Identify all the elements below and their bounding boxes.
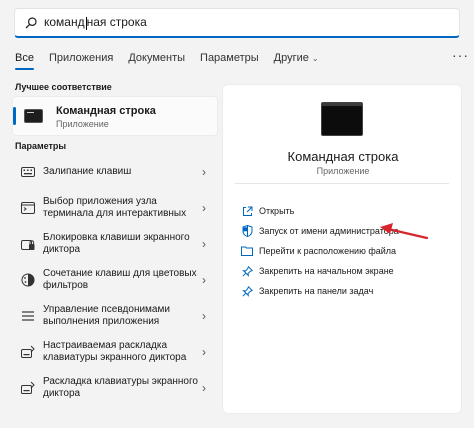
- result-kind: Приложение: [56, 119, 109, 129]
- folder-icon: [241, 245, 253, 257]
- command-prompt-icon: [321, 102, 363, 136]
- pin-icon: [241, 285, 253, 297]
- setting-app-execution-aliases[interactable]: Управление псевдонимами выполнения прило…: [12, 298, 218, 334]
- best-match-heading: Лучшее соответствие: [15, 82, 112, 92]
- narrator-lock-icon: [20, 236, 36, 252]
- app-alias-icon: [20, 308, 36, 324]
- search-query: команд ная строка: [44, 15, 147, 30]
- setting-label: Блокировка клавиши экранного диктора: [43, 232, 190, 255]
- action-list: Открыть Запуск от имени администратора П…: [241, 201, 399, 301]
- action-label: Перейти к расположению файла: [259, 246, 397, 256]
- tab-all[interactable]: Все: [15, 52, 34, 70]
- settings-heading: Параметры: [15, 141, 67, 151]
- search-icon: [25, 16, 37, 28]
- preview-app-name: Командная строка: [287, 149, 399, 164]
- chevron-right-icon: ›: [202, 309, 206, 323]
- action-label: Закрепить на панели задач: [259, 286, 374, 296]
- result-name: Командная строка: [56, 105, 156, 117]
- action-open-file-location[interactable]: Перейти к расположению файла: [241, 241, 399, 261]
- shield-icon: [241, 225, 253, 237]
- setting-narrator-key-lock[interactable]: Блокировка клавиши экранного диктора ›: [12, 226, 218, 262]
- setting-narrator-layout[interactable]: Раскладка клавиатуры экранного диктора ›: [12, 370, 218, 406]
- terminal-settings-icon: [20, 200, 36, 216]
- best-match-result[interactable]: Командная строка Приложение: [12, 96, 218, 136]
- preview-panel: Командная строка Приложение Открыть Запу…: [222, 84, 462, 414]
- action-label: Открыть: [259, 206, 295, 216]
- action-label: Закрепить на начальном экране: [259, 266, 394, 276]
- tab-apps[interactable]: Приложения: [49, 52, 113, 64]
- chevron-right-icon: ›: [202, 237, 206, 251]
- setting-label: Залипание клавиш: [43, 166, 132, 177]
- settings-results: Залипание клавиш › Выбор приложения узла…: [12, 154, 218, 406]
- tab-other-label: Другие: [273, 52, 309, 64]
- action-label: Запуск от имени администратора: [259, 226, 399, 236]
- action-run-as-admin[interactable]: Запуск от имени администратора: [241, 221, 399, 241]
- setting-label: Настраиваемая раскладка клавиатуры экран…: [43, 340, 187, 363]
- action-pin-to-start[interactable]: Закрепить на начальном экране: [241, 261, 399, 281]
- setting-label: Сочетание клавиш для цветовых фильтров: [43, 268, 197, 291]
- keyboard-icon: [20, 164, 36, 180]
- setting-label: Раскладка клавиатуры экранного диктора: [43, 376, 198, 399]
- chevron-right-icon: ›: [202, 381, 206, 395]
- tab-documents[interactable]: Документы: [128, 52, 185, 64]
- tab-settings[interactable]: Параметры: [200, 52, 259, 64]
- more-options-button[interactable]: ···: [452, 47, 469, 63]
- chevron-right-icon: ›: [202, 201, 206, 215]
- action-pin-to-taskbar[interactable]: Закрепить на панели задач: [241, 281, 399, 301]
- setting-label: Выбор приложения узла терминала для инте…: [43, 196, 187, 219]
- setting-sticky-keys[interactable]: Залипание клавиш ›: [12, 154, 218, 190]
- open-icon: [241, 205, 253, 217]
- filter-tabs: Все Приложения Документы Параметры Други…: [15, 52, 334, 70]
- chevron-right-icon: ›: [202, 273, 206, 287]
- setting-label: Управление псевдонимами выполнения прило…: [43, 304, 170, 327]
- selection-indicator: [13, 107, 16, 125]
- setting-narrator-custom-layout[interactable]: Настраиваемая раскладка клавиатуры экран…: [12, 334, 218, 370]
- narrator-keyboard-icon: [20, 380, 36, 396]
- color-filter-icon: [20, 272, 36, 288]
- search-input[interactable]: команд ная строка: [14, 8, 460, 38]
- preview-app-kind: Приложение: [316, 166, 370, 176]
- setting-color-filter-shortcut[interactable]: Сочетание клавиш для цветовых фильтров ›: [12, 262, 218, 298]
- chevron-right-icon: ›: [202, 345, 206, 359]
- pin-icon: [241, 265, 253, 277]
- narrator-keyboard-icon: [20, 344, 36, 360]
- divider: [235, 183, 449, 184]
- command-prompt-icon: [24, 109, 43, 123]
- setting-terminal-host[interactable]: Выбор приложения узла терминала для инте…: [12, 190, 218, 226]
- tab-other[interactable]: Другие ⌄: [274, 52, 319, 64]
- chevron-down-icon: ⌄: [311, 54, 319, 63]
- chevron-right-icon: ›: [202, 165, 206, 179]
- action-open[interactable]: Открыть: [241, 201, 399, 221]
